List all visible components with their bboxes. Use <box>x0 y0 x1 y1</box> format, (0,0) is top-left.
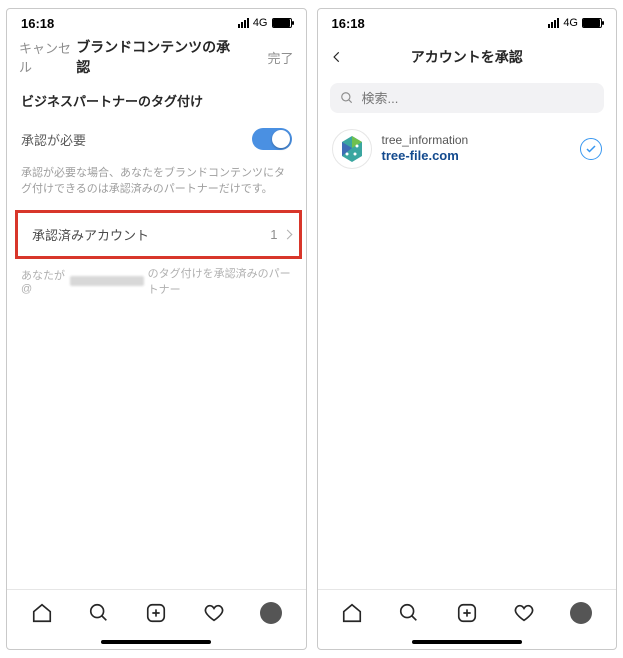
toggle-label: 承認が必要 <box>21 130 86 149</box>
status-right: 4G <box>238 17 292 29</box>
page-title: ブランドコンテンツの承認 <box>76 37 236 77</box>
cancel-button[interactable]: キャンセル <box>19 38 76 76</box>
network-label: 4G <box>563 17 578 29</box>
tab-bar <box>318 589 617 635</box>
approve-check[interactable] <box>580 138 602 160</box>
search-icon <box>340 91 354 105</box>
phone-left: 16:18 4G キャンセル ブランドコンテンツの承認 完了 ビジネスパートナー… <box>6 8 307 650</box>
toggle-footnote: 承認が必要な場合、あなたをブランドコンテンツにタグ付けできるのは承認済みのパート… <box>7 160 306 210</box>
activity-tab[interactable] <box>513 602 535 624</box>
profile-tab[interactable] <box>570 602 592 624</box>
search-input[interactable] <box>362 91 595 106</box>
profile-icon <box>260 602 282 624</box>
create-tab[interactable] <box>145 602 167 624</box>
network-label: 4G <box>253 17 268 29</box>
account-info: tree_information tree-file.com <box>382 133 571 164</box>
done-button[interactable]: 完了 <box>236 48 293 67</box>
phone-right: 16:18 4G アカウントを承認 <box>317 8 618 650</box>
partner-footnote: あなたが@ のタグ付けを承認済みのパートナー <box>7 259 306 303</box>
check-icon <box>585 143 597 155</box>
heart-icon <box>203 602 225 624</box>
home-tab[interactable] <box>31 602 53 624</box>
approved-accounts-count: 1 <box>270 227 277 242</box>
battery-icon <box>582 18 602 28</box>
tab-bar <box>7 589 306 635</box>
home-icon <box>31 602 53 624</box>
signal-icon <box>548 18 559 28</box>
chevron-right-icon <box>282 229 292 239</box>
heart-icon <box>513 602 535 624</box>
search-icon <box>398 602 420 624</box>
status-time: 16:18 <box>21 16 54 31</box>
create-tab[interactable] <box>456 602 478 624</box>
search-wrap <box>318 77 617 119</box>
profile-tab[interactable] <box>260 602 282 624</box>
profile-icon <box>570 602 592 624</box>
home-indicator <box>318 635 617 649</box>
search-field[interactable] <box>330 83 605 113</box>
home-indicator <box>7 635 306 649</box>
chevron-left-icon <box>330 50 344 64</box>
partner-suffix: のタグ付けを承認済みのパートナー <box>148 265 292 297</box>
back-button[interactable] <box>330 50 390 64</box>
status-time: 16:18 <box>332 16 365 31</box>
approved-accounts-cell[interactable]: 承認済みアカウント 1 <box>15 210 302 259</box>
avatar-graphic <box>335 132 369 166</box>
nav-bar: アカウントを承認 <box>318 37 617 77</box>
status-bar: 16:18 4G <box>7 9 306 37</box>
avatar <box>332 129 372 169</box>
page-title: アカウントを承認 <box>411 47 523 67</box>
toggle-switch[interactable] <box>252 128 292 150</box>
section-header: ビジネスパートナーのタグ付け <box>7 77 306 118</box>
battery-icon <box>272 18 292 28</box>
search-icon <box>88 602 110 624</box>
account-row[interactable]: tree_information tree-file.com <box>318 119 617 179</box>
approved-accounts-label: 承認済みアカウント <box>32 225 149 244</box>
home-tab[interactable] <box>341 602 363 624</box>
activity-tab[interactable] <box>203 602 225 624</box>
search-tab[interactable] <box>88 602 110 624</box>
content: ビジネスパートナーのタグ付け 承認が必要 承認が必要な場合、あなたをブランドコン… <box>7 77 306 589</box>
signal-icon <box>238 18 249 28</box>
account-display-name: tree-file.com <box>382 148 571 164</box>
account-username: tree_information <box>382 133 571 148</box>
home-icon <box>341 602 363 624</box>
toggle-row[interactable]: 承認が必要 <box>7 118 306 160</box>
content: tree_information tree-file.com <box>318 77 617 589</box>
status-bar: 16:18 4G <box>318 9 617 37</box>
blurred-username <box>70 276 144 286</box>
search-tab[interactable] <box>398 602 420 624</box>
plus-square-icon <box>456 602 478 624</box>
status-right: 4G <box>548 17 602 29</box>
nav-bar: キャンセル ブランドコンテンツの承認 完了 <box>7 37 306 77</box>
plus-square-icon <box>145 602 167 624</box>
partner-prefix: あなたが@ <box>21 267 66 295</box>
